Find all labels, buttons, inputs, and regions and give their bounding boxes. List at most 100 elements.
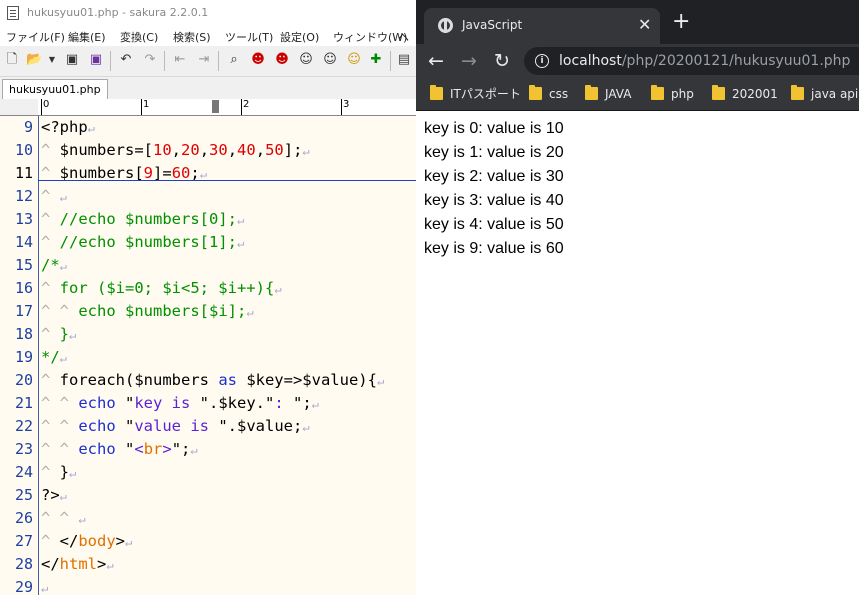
code-line: ↵ <box>41 581 49 595</box>
menu-search[interactable]: 検索(S) <box>173 29 211 45</box>
folder-icon <box>712 85 725 100</box>
ruler-label: 2 <box>243 99 250 110</box>
bookmark-label: 202001 <box>732 87 778 101</box>
line-number: 12 <box>14 187 33 205</box>
menu-help[interactable]: ヘ <box>398 29 409 45</box>
ruler-label: 3 <box>343 99 350 110</box>
browser-window: JavaScript ✕ + ← → ↻ i localhost/php/202… <box>416 0 859 595</box>
output-line: key is 9: value is 60 <box>424 240 564 257</box>
output-line: key is 1: value is 20 <box>424 144 564 161</box>
page-content: key is 0: value is 10 key is 1: value is… <box>416 111 859 595</box>
menu-convert[interactable]: 変換(C) <box>120 29 158 45</box>
code-line: ^ foreach($numbers as $key=>$value){↵ <box>41 371 385 389</box>
ruler-label: 0 <box>43 99 50 110</box>
ruler-tick <box>141 99 142 115</box>
code-line: */↵ <box>41 348 67 366</box>
open-dropdown-icon[interactable]: ▼ <box>44 52 60 68</box>
line-number: 15 <box>14 256 33 274</box>
bookmark-label: css <box>549 87 569 101</box>
line-number: 9 <box>23 118 33 136</box>
bookmark-label: JAVA <box>605 87 632 101</box>
code-line: ^ //echo $numbers[1];↵ <box>41 233 245 251</box>
redo-icon[interactable]: ↷ <box>142 52 158 68</box>
browser-tab-title: JavaScript <box>462 18 523 32</box>
jump-forward-icon[interactable]: ⇥ <box>196 52 212 68</box>
menu-window[interactable]: ウィンドウ(W) <box>333 29 407 45</box>
address-url: localhost/php/20200121/hukusyuu01.php <box>559 53 850 69</box>
code-line: ^ ^ echo "<br>";↵ <box>41 440 198 458</box>
address-bar[interactable]: i localhost/php/20200121/hukusyuu01.php <box>524 47 859 75</box>
search-prev-icon[interactable]: ☻ <box>250 52 266 68</box>
close-tab-icon[interactable]: ✕ <box>638 16 651 34</box>
code-line: ^ ^ echo "key is ".$key.": ";↵ <box>41 394 319 412</box>
line-number: 20 <box>14 371 33 389</box>
highlight-icon[interactable]: ☺ <box>346 52 362 68</box>
sakura-app-icon <box>7 6 19 20</box>
editor-tab-bar: hukusyuu01.php <box>0 77 416 100</box>
url-path: /php/20200121/hukusyuu01.php <box>621 53 851 69</box>
url-host: localhost <box>559 53 622 69</box>
current-line-underline <box>38 180 416 181</box>
line-number: 28 <box>14 555 33 573</box>
menu-edit[interactable]: 編集(E) <box>68 29 106 45</box>
new-tab-icon[interactable]: + <box>672 10 690 34</box>
editor-toolbar: 🗋 📂 ▼ ▣ ▣ ↶ ↷ ⇤ ⇥ ⌕ ☻ ☻ ☺ ☺ ☺ ✚ ▤ <box>0 46 416 77</box>
line-number: 13 <box>14 210 33 228</box>
editor-title-bar: hukusyuu01.php - sakura 2.2.0.1 <box>0 0 416 26</box>
code-line: ?>↵ <box>41 486 67 504</box>
save-as-icon[interactable]: ▣ <box>88 52 104 68</box>
find-prev-icon[interactable]: ☺ <box>298 52 314 68</box>
grep-icon[interactable]: ✚ <box>368 52 384 68</box>
toolbar-separator <box>110 51 111 71</box>
jump-back-icon[interactable]: ⇤ <box>172 52 188 68</box>
line-number: 24 <box>14 463 33 481</box>
browser-nav-bar: ← → ↻ i localhost/php/20200121/hukusyuu0… <box>416 44 859 78</box>
menu-file[interactable]: ファイル(F) <box>6 29 65 45</box>
outline-icon[interactable]: ▤ <box>396 52 412 68</box>
globe-icon <box>438 18 453 33</box>
search-next-icon[interactable]: ☻ <box>274 52 290 68</box>
line-number: 25 <box>14 486 33 504</box>
search-icon[interactable]: ⌕ <box>226 52 242 68</box>
code-line: ^ }↵ <box>41 463 77 481</box>
bookmarks-bar: ITパスポート css JAVA php 202001 java api <box>416 78 859 111</box>
undo-icon[interactable]: ↶ <box>118 52 134 68</box>
code-line: </html>↵ <box>41 555 114 573</box>
browser-tab-strip: JavaScript ✕ + <box>416 0 859 44</box>
code-line: ^ ^ echo $numbers[$i];↵ <box>41 302 254 320</box>
find-next-icon[interactable]: ☺ <box>322 52 338 68</box>
output-line: key is 3: value is 40 <box>424 192 564 209</box>
new-file-icon[interactable]: 🗋 <box>4 52 20 68</box>
menu-tools[interactable]: ツール(T) <box>225 29 273 45</box>
open-folder-icon[interactable]: 📂 <box>26 52 42 68</box>
code-line: ^ }↵ <box>41 325 77 343</box>
editor-text-area[interactable]: 9 10 11 12 13 14 15 16 17 18 19 20 21 22… <box>0 116 416 595</box>
line-number-gutter: 9 10 11 12 13 14 15 16 17 18 19 20 21 22… <box>0 116 39 595</box>
menu-settings[interactable]: 設定(O) <box>280 29 319 45</box>
line-number: 26 <box>14 509 33 527</box>
site-info-icon[interactable]: i <box>535 54 549 68</box>
browser-tab[interactable]: JavaScript ✕ <box>424 8 660 44</box>
folder-icon <box>791 85 804 100</box>
editor-ruler: 0 1 2 3 <box>0 99 416 116</box>
line-number: 23 <box>14 440 33 458</box>
editor-menu-bar: ファイル(F) 編集(E) 変換(C) 検索(S) ツール(T) 設定(O) ウ… <box>0 26 416 46</box>
line-number-current: 11 <box>14 164 33 182</box>
ruler-gutter <box>0 99 38 115</box>
code-line: /*↵ <box>41 256 67 274</box>
code-line: ^ for ($i=0; $i<5; $i++){↵ <box>41 279 282 297</box>
code-line: ^ </body>↵ <box>41 532 133 550</box>
forward-arrow-icon[interactable]: → <box>461 49 477 73</box>
line-number: 14 <box>14 233 33 251</box>
line-number: 27 <box>14 532 33 550</box>
reload-icon[interactable]: ↻ <box>494 49 510 73</box>
ruler-label: 1 <box>143 99 150 110</box>
save-icon[interactable]: ▣ <box>64 52 80 68</box>
output-line: key is 4: value is 50 <box>424 216 564 233</box>
code-line: ^ ^ ↵ <box>41 509 86 527</box>
toolbar-separator <box>390 51 391 71</box>
editor-file-tab[interactable]: hukusyuu01.php <box>2 79 108 100</box>
back-arrow-icon[interactable]: ← <box>428 49 444 73</box>
code-line: ^ ^ echo "value is ".$value;↵ <box>41 417 310 435</box>
editor-window-title: hukusyuu01.php - sakura 2.2.0.1 <box>27 6 209 19</box>
